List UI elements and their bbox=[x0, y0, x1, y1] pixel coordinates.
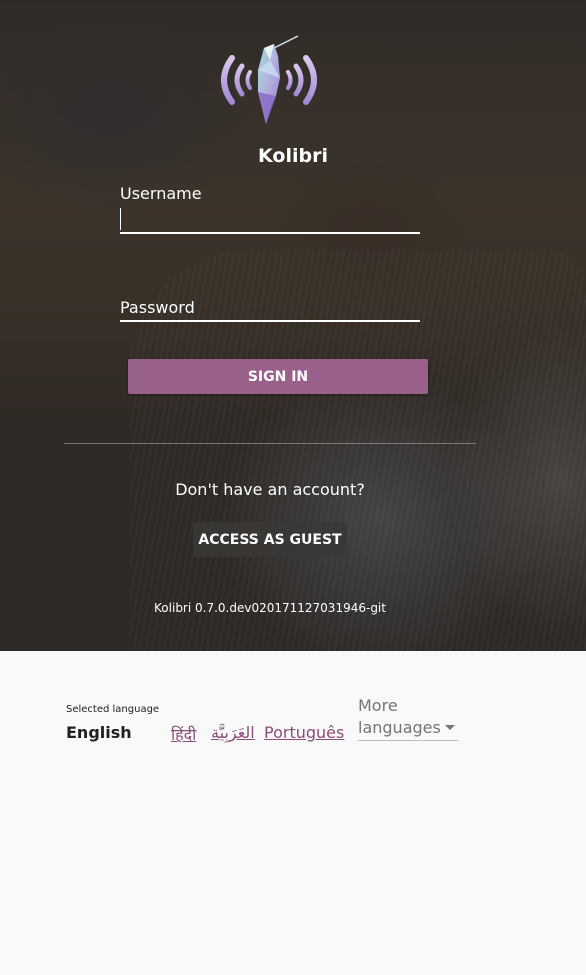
hummingbird-icon bbox=[221, 35, 317, 124]
password-input[interactable] bbox=[120, 298, 420, 322]
more-languages-dropdown[interactable]: More languages bbox=[358, 695, 458, 741]
language-option-portuguese[interactable]: Português bbox=[264, 723, 344, 742]
more-languages-label: More languages bbox=[358, 696, 441, 737]
username-input[interactable] bbox=[120, 208, 420, 234]
text-cursor bbox=[120, 208, 121, 230]
divider bbox=[64, 443, 476, 444]
login-background: Kolibri Username Password SIGN IN Don't … bbox=[0, 0, 586, 651]
language-option-hindi[interactable]: हिंदी bbox=[171, 723, 196, 745]
selected-language-caption: Selected language bbox=[66, 704, 160, 715]
app-title: Kolibri bbox=[258, 145, 328, 167]
no-account-text: Don't have an account? bbox=[175, 480, 365, 499]
access-as-guest-button[interactable]: ACCESS AS GUEST bbox=[193, 522, 347, 557]
sign-in-button[interactable]: SIGN IN bbox=[128, 359, 428, 394]
chevron-down-icon bbox=[444, 724, 455, 730]
language-option-arabic[interactable]: العَرَبِيَّة bbox=[211, 723, 255, 742]
selected-language: English bbox=[66, 723, 132, 742]
version-text: Kolibri 0.7.0.dev020171127031946-git bbox=[154, 601, 386, 615]
username-field[interactable]: Username bbox=[120, 184, 420, 236]
username-label: Username bbox=[120, 184, 202, 203]
password-field[interactable]: Password bbox=[120, 298, 420, 324]
